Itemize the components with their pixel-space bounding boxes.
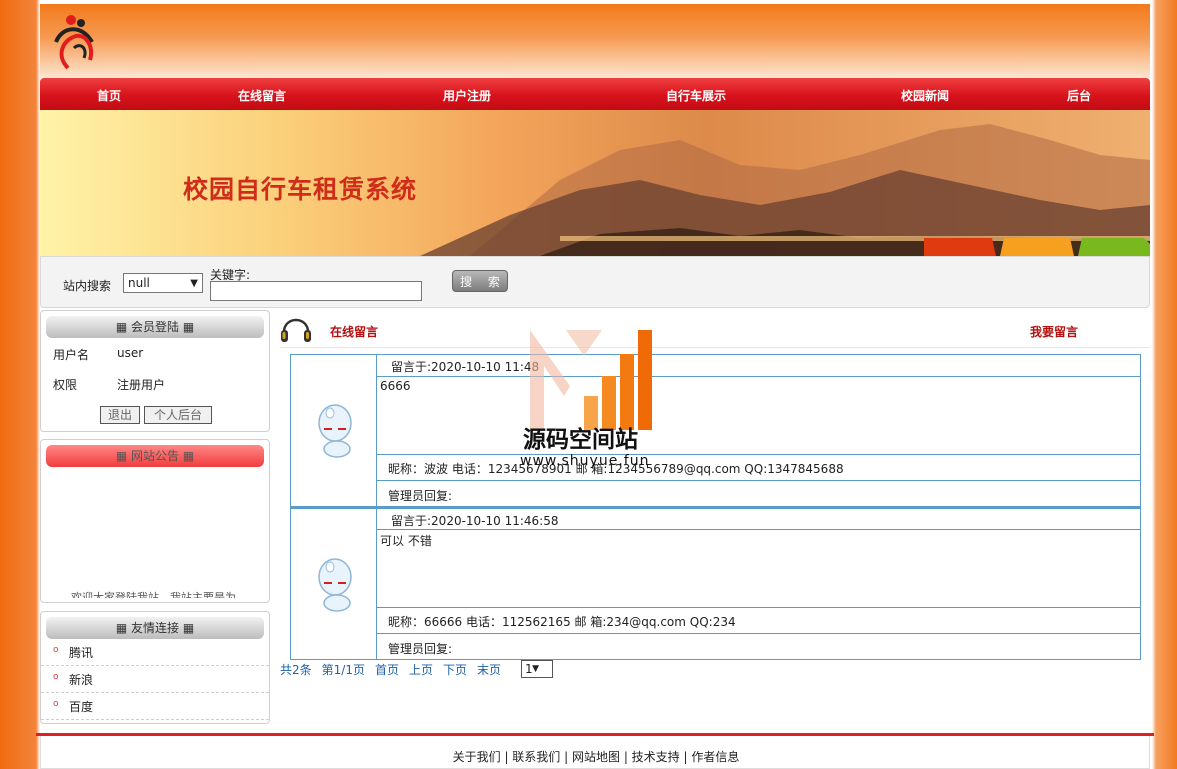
link-item[interactable]: o 百度 (41, 693, 269, 720)
message-entry: 留言于:2020-10-10 11:46:58 可以 不错 昵称：66666 电… (290, 507, 1141, 660)
watermark-url: www.shuyue.fun (520, 453, 650, 469)
nav-messages[interactable]: 在线留言 (238, 87, 286, 104)
notice-box-title: 网站公告 (130, 449, 179, 463)
message-entry: 留言于:2020-10-10 11:48 6666 昵称：波波 电话：12345… (290, 354, 1141, 507)
nav-admin[interactable]: 后台 (1067, 87, 1091, 104)
pager-prev[interactable]: 上页 (409, 663, 433, 677)
grid-icon: ▦ (182, 449, 195, 463)
link-label[interactable]: 新浪 (69, 671, 93, 688)
message-time: 留言于:2020-10-10 11:48 (377, 355, 1141, 377)
role-value: 注册用户 (117, 378, 166, 392)
main-nav: 首页 在线留言 用户注册 自行车展示 校园新闻 后台 (40, 78, 1150, 110)
page: 首页 在线留言 用户注册 自行车展示 校园新闻 后台 校园自行车租赁系统 站内搜… (36, 0, 1154, 769)
search-label: 站内搜索 (63, 279, 112, 293)
page-select[interactable]: 1 ▼ (521, 660, 553, 678)
message-info: 昵称：66666 电话：112562165 邮 箱:234@qq.com QQ:… (377, 608, 1141, 634)
bullet-icon: o (53, 672, 59, 682)
banner: 校园自行车租赁系统 (40, 110, 1150, 256)
grid-icon: ▦ (182, 320, 195, 334)
link-item[interactable]: o 新浪 (41, 666, 269, 693)
chevron-down-icon: ▼ (190, 278, 198, 289)
pager-total: 共2条 (280, 663, 312, 677)
profile-button[interactable]: 个人后台 (144, 406, 212, 424)
logout-button[interactable]: 退出 (100, 406, 140, 424)
admin-reply: 管理员回复: (388, 642, 453, 656)
footer-link-support[interactable]: 技术支持 (632, 750, 680, 764)
search-button[interactable]: 搜 索 (452, 270, 508, 292)
message-content: 可以 不错 (377, 530, 1141, 608)
footer-link-author[interactable]: 作者信息 (691, 750, 739, 764)
grid-icon: ▦ (115, 621, 128, 635)
bullet-icon: o (53, 699, 59, 709)
main-section-header: 在线留言 我要留言 (280, 310, 1150, 348)
search-category-value: null (128, 276, 150, 290)
avatar-icon (318, 558, 352, 612)
message-time: 留言于:2020-10-10 11:46:58 (377, 509, 1141, 530)
notice-marquee: 欢迎大家登陆我站，我站主要是为 (71, 591, 236, 598)
pager-last[interactable]: 末页 (477, 663, 501, 677)
watermark-title: 源码空间站 (523, 427, 638, 453)
link-item[interactable]: o 腾讯 (41, 639, 269, 666)
link-label[interactable]: 腾讯 (69, 644, 93, 661)
avatar-icon (318, 404, 352, 458)
nav-bikes[interactable]: 自行车展示 (666, 87, 726, 104)
bullet-icon: o (53, 645, 59, 655)
message-content: 6666 (377, 377, 1141, 455)
footer: 关于我们 | 联系我们 | 网站地图 | 技术支持 | 作者信息 (40, 736, 1150, 769)
grid-icon: ▦ (182, 621, 195, 635)
pager-page: 第1/1页 (321, 663, 365, 677)
site-logo-icon (54, 15, 94, 70)
links-box-title: 友情连接 (130, 621, 179, 635)
write-message-link[interactable]: 我要留言 (1030, 323, 1078, 340)
nav-home[interactable]: 首页 (97, 87, 121, 104)
member-box-title: 会员登陆 (130, 320, 179, 334)
keyword-input[interactable] (210, 281, 422, 301)
message-avatar-cell (291, 355, 377, 506)
footer-link-about[interactable]: 关于我们 (453, 750, 501, 764)
link-label[interactable]: 百度 (69, 698, 93, 715)
notice-box-header: ▦ 网站公告 ▦ (46, 445, 264, 467)
pager-next[interactable]: 下页 (443, 663, 467, 677)
message-info: 昵称：波波 电话：12345678901 邮 箱:1234556789@qq.c… (377, 455, 1141, 481)
username-value: user (117, 346, 144, 360)
footer-links: 关于我们 | 联系我们 | 网站地图 | 技术支持 | 作者信息 (452, 750, 740, 764)
pagination: 共2条 第1/1页 首页 上页 下页 末页 1 ▼ (280, 660, 553, 678)
grid-icon: ▦ (115, 449, 128, 463)
member-box-header: ▦ 会员登陆 ▦ (46, 316, 264, 338)
grid-icon: ▦ (115, 320, 128, 334)
footer-link-contact[interactable]: 联系我们 (512, 750, 560, 764)
admin-reply: 管理员回复: (388, 489, 453, 503)
headset-icon (281, 318, 311, 342)
main-title: 在线留言 (330, 325, 379, 339)
member-box: ▦ 会员登陆 ▦ 用户名 user 权限 注册用户 退出 个人后台 (40, 310, 270, 432)
search-category-select[interactable]: null ▼ (123, 273, 203, 293)
links-box-header: ▦ 友情连接 ▦ (46, 617, 264, 639)
role-label: 权限 (53, 378, 78, 392)
footer-link-sitemap[interactable]: 网站地图 (572, 750, 620, 764)
links-box: ▦ 友情连接 ▦ o 腾讯 o 新浪 o 百度 (40, 611, 270, 724)
pager-first[interactable]: 首页 (375, 663, 399, 677)
nav-news[interactable]: 校园新闻 (901, 87, 949, 104)
nav-register[interactable]: 用户注册 (443, 87, 491, 104)
username-label: 用户名 (53, 348, 90, 362)
chevron-down-icon: ▼ (532, 664, 539, 674)
message-avatar-cell (291, 509, 377, 659)
banner-title: 校园自行车租赁系统 (183, 175, 418, 204)
header-bar (40, 4, 1150, 78)
notice-box: ▦ 网站公告 ▦ 欢迎大家登陆我站，我站主要是为 (40, 439, 270, 603)
